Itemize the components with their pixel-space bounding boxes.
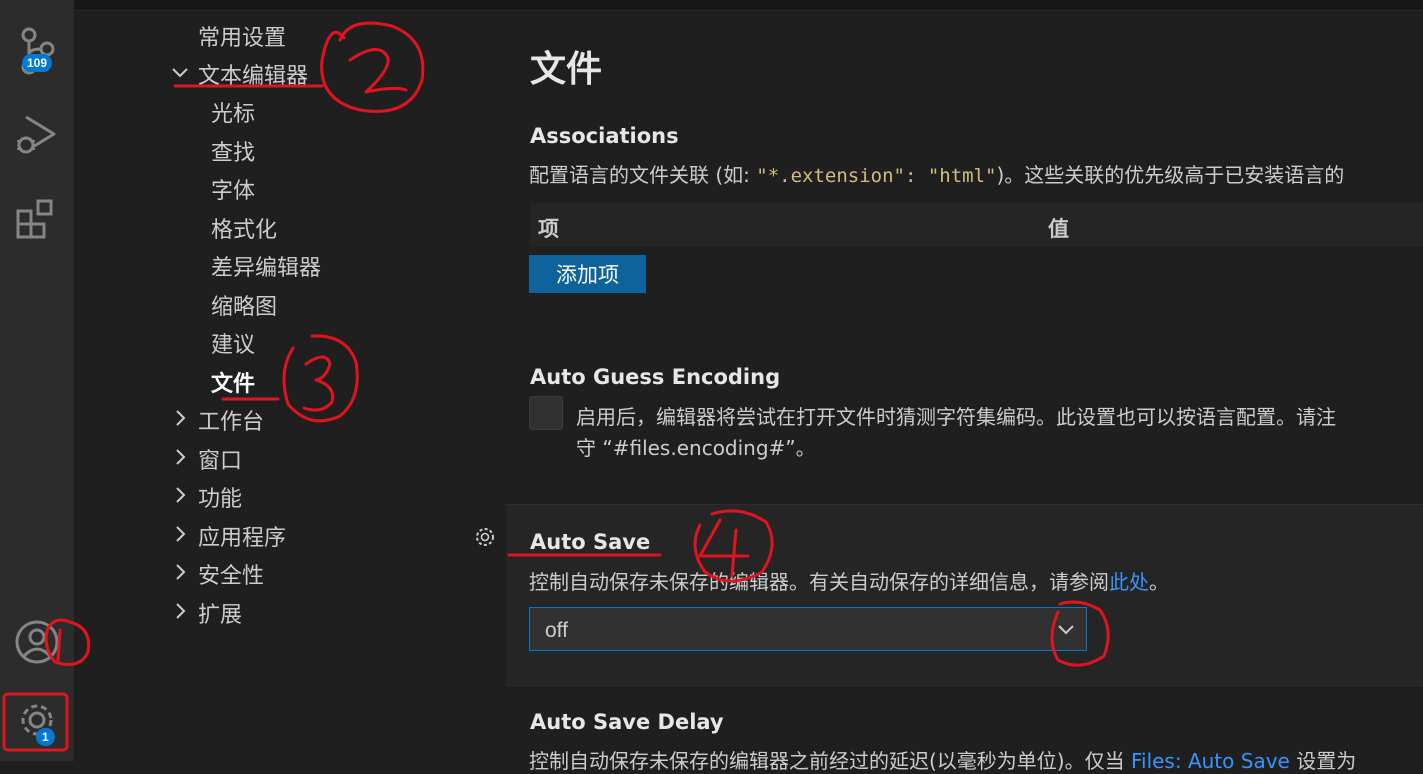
auto-save-select[interactable]: off: [529, 607, 1087, 651]
chevron-right-icon[interactable]: [170, 601, 190, 621]
toc-item-minimap[interactable]: 缩略图: [211, 289, 277, 321]
settings-toc: 常用设置 文本编辑器 光标 查找 字体 格式化 差异编辑器 缩略图 建议 文件 …: [74, 10, 474, 761]
auto-save-description: 控制自动保存未保存的编辑器。有关自动保存的详细信息，请参阅此处。: [529, 570, 1169, 594]
toc-item-suggestions[interactable]: 建议: [211, 327, 255, 359]
add-item-button[interactable]: 添加项: [529, 255, 646, 293]
toc-item-cursor[interactable]: 光标: [211, 96, 255, 128]
toc-item-text-editor[interactable]: 文本编辑器: [198, 58, 308, 90]
column-item-header: 项: [538, 217, 559, 241]
chevron-right-icon[interactable]: [170, 562, 190, 582]
extensions-button[interactable]: [0, 188, 74, 248]
toc-item-files[interactable]: 文件: [211, 366, 255, 398]
accounts-button[interactable]: [0, 612, 74, 672]
activity-bar: 109 1: [0, 0, 74, 761]
toc-item-security[interactable]: 安全性: [198, 558, 264, 590]
account-icon: [15, 620, 59, 664]
auto-save-select-value: off: [545, 619, 568, 642]
source-control-button[interactable]: 109: [0, 20, 74, 80]
chevron-right-icon[interactable]: [170, 447, 190, 467]
run-debug-icon: [17, 115, 56, 154]
auto-save-link[interactable]: 此处: [1109, 570, 1149, 594]
toc-item-formatting[interactable]: 格式化: [211, 212, 277, 244]
chevron-down-icon[interactable]: [1056, 619, 1076, 639]
toc-item-window[interactable]: 窗口: [198, 443, 242, 475]
auto-guess-encoding-title: Auto Guess Encoding: [530, 365, 781, 389]
manage-settings-button[interactable]: 1: [0, 690, 74, 750]
auto-save-delay-title: Auto Save Delay: [530, 710, 724, 734]
chevron-right-icon[interactable]: [170, 408, 190, 428]
toc-item-extensions[interactable]: 扩展: [198, 597, 242, 629]
auto-guess-encoding-description: 启用后，编辑器将尝试在打开文件时猜测字符集编码。此设置也可以按语言配置。请注: [576, 405, 1336, 429]
auto-guess-encoding-description-2: 守 “#files.encoding#”。: [576, 436, 816, 460]
run-debug-button[interactable]: [0, 104, 74, 164]
toc-item-workbench[interactable]: 工作台: [198, 404, 264, 436]
toc-item-features[interactable]: 功能: [198, 481, 242, 513]
toc-item-diff-editor[interactable]: 差异编辑器: [211, 250, 321, 282]
associations-description: 配置语言的文件关联 (如: "*.extension": "html")。这些关…: [529, 163, 1345, 187]
associations-title: Associations: [530, 124, 679, 148]
settings-badge: 1: [36, 728, 55, 746]
toc-item-application[interactable]: 应用程序: [198, 520, 286, 552]
chevron-right-icon[interactable]: [170, 524, 190, 544]
setting-gear-icon[interactable]: [474, 526, 496, 548]
chevron-down-icon[interactable]: [170, 62, 190, 82]
source-control-badge: 109: [22, 54, 53, 72]
toc-item-common[interactable]: 常用设置: [198, 20, 286, 52]
settings-editor: 文件 Associations 配置语言的文件关联 (如: "*.extensi…: [474, 10, 1423, 773]
associations-table-header: 项 值: [530, 203, 1423, 247]
auto-save-delay-description: 控制自动保存未保存的编辑器之前经过的延迟(以毫秒为单位)。仅当 Files: A…: [529, 749, 1357, 773]
section-title: 文件: [530, 49, 603, 90]
column-value-header: 值: [1048, 217, 1069, 241]
auto-guess-encoding-checkbox[interactable]: [529, 396, 563, 430]
auto-save-delay-link[interactable]: Files: Auto Save: [1131, 749, 1290, 773]
toc-item-find[interactable]: 查找: [211, 135, 255, 167]
extensions-icon: [16, 199, 53, 239]
auto-save-title: Auto Save: [530, 530, 651, 554]
chevron-right-icon[interactable]: [170, 485, 190, 505]
toc-item-font[interactable]: 字体: [211, 173, 255, 205]
